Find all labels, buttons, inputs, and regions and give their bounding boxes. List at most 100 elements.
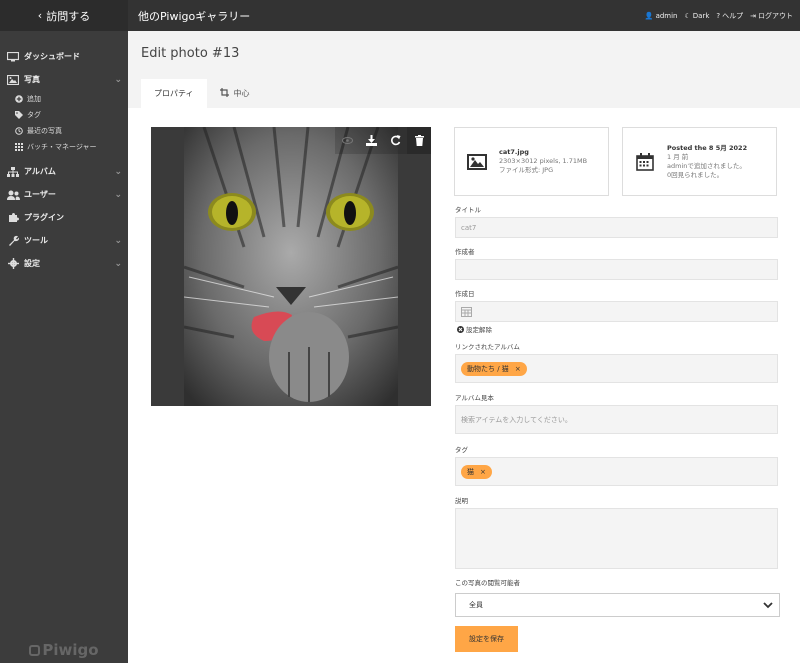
download-icon bbox=[365, 135, 377, 146]
sidebar-item-dashboard[interactable]: ダッシュボード bbox=[0, 45, 128, 68]
sidebar-item-users[interactable]: ユーザー ⌄ bbox=[0, 183, 128, 206]
file-info: cat7.jpg 2303×3012 pixels, 1.71MB ファイル形式… bbox=[499, 148, 587, 175]
albums-selector[interactable]: 動物たち / 猫 × bbox=[455, 354, 778, 383]
sidebar-item-label: アルバム bbox=[24, 167, 56, 176]
photo-preview bbox=[151, 127, 431, 406]
refresh-icon bbox=[390, 135, 400, 146]
user-icon: 👤 bbox=[644, 11, 654, 20]
users-icon bbox=[6, 190, 20, 200]
photo-image bbox=[183, 127, 399, 406]
sidebar-subitem-tags[interactable]: タグ bbox=[14, 107, 128, 123]
chevron-down-icon: ⌄ bbox=[114, 166, 122, 177]
logout-icon: ⇥ bbox=[750, 11, 756, 20]
privacy-label: この写真の閲覧可能者 bbox=[455, 579, 520, 587]
calendar-icon bbox=[623, 152, 667, 171]
description-textarea[interactable] bbox=[455, 508, 778, 569]
representative-label: アルバム見本 bbox=[455, 394, 494, 402]
piwigo-logo-icon bbox=[29, 645, 41, 656]
visit-gallery-label: 訪問する bbox=[46, 9, 91, 23]
tab-center[interactable]: 中心 bbox=[207, 79, 263, 108]
tab-label: プロパティ bbox=[154, 89, 194, 98]
crop-icon bbox=[219, 88, 229, 99]
sidebar-item-photos[interactable]: 写真 ⌄ bbox=[0, 68, 128, 91]
moon-icon: ☾ bbox=[684, 11, 691, 20]
image-icon bbox=[6, 74, 20, 85]
post-info: Posted the 8 5月 2022 1 月 前 adminで追加されました… bbox=[667, 144, 747, 180]
theme-label: Dark bbox=[692, 11, 710, 20]
chevron-down-icon: ⌄ bbox=[114, 74, 122, 85]
help-link[interactable]: ? ヘルプ bbox=[716, 11, 743, 21]
sync-metadata-button[interactable] bbox=[383, 127, 407, 154]
top-bar: 他のPiwigoギャラリー 👤 admin ☾ Dark ? ヘルプ ⇥ ログアウト bbox=[128, 0, 800, 31]
tags-icon bbox=[14, 111, 24, 119]
sidebar-subitem-batch-manager[interactable]: バッチ・マネージャー bbox=[14, 139, 128, 155]
title-label: タイトル bbox=[455, 206, 481, 214]
image-icon bbox=[455, 153, 499, 170]
sidebar-item-plugins[interactable]: プラグイン bbox=[0, 206, 128, 229]
sidebar-item-tools[interactable]: ツール ⌄ bbox=[0, 229, 128, 252]
plus-circle-icon bbox=[14, 95, 24, 103]
help-label: ヘルプ bbox=[722, 11, 744, 20]
visit-gallery-link[interactable]: ‹ 訪問する bbox=[0, 0, 128, 31]
sidebar-subitem-add[interactable]: 追加 bbox=[14, 91, 128, 107]
posted-date: Posted the 8 5月 2022 bbox=[667, 143, 748, 152]
added-by: adminで追加されました。 bbox=[667, 161, 746, 170]
gear-icon bbox=[6, 258, 20, 269]
album-chip[interactable]: 動物たち / 猫 × bbox=[461, 361, 527, 376]
representative-input[interactable]: 検索アイテムを入力してください。 bbox=[455, 405, 778, 434]
sidebar-menu: ダッシュボード 写真 ⌄ 追加 タグ 最近の写真 バッチ・マネージャー アルバム… bbox=[0, 31, 128, 275]
title-input[interactable]: cat7 bbox=[455, 217, 778, 238]
sidebar-item-label: プラグイン bbox=[24, 213, 64, 222]
photos-submenu: 追加 タグ 最近の写真 バッチ・マネージャー bbox=[0, 91, 128, 155]
description-label: 説明 bbox=[455, 497, 468, 505]
delete-button[interactable] bbox=[407, 127, 431, 154]
user-link[interactable]: 👤 admin bbox=[645, 12, 678, 20]
wrench-icon bbox=[6, 235, 20, 246]
tags-selector[interactable]: 猫 × bbox=[455, 457, 778, 486]
posted-ago: 1 月 前 bbox=[667, 152, 689, 161]
tab-properties[interactable]: プロパティ bbox=[141, 79, 207, 108]
sitemap-icon bbox=[6, 166, 20, 177]
privacy-value: 全員 bbox=[469, 601, 483, 609]
privacy-select[interactable]: 全員 bbox=[455, 593, 780, 617]
sidebar-subitem-label: タグ bbox=[27, 111, 41, 119]
sidebar-subitem-recent[interactable]: 最近の写真 bbox=[14, 123, 128, 139]
file-name: cat7.jpg bbox=[499, 148, 529, 156]
file-info-card: cat7.jpg 2303×3012 pixels, 1.71MB ファイル形式… bbox=[454, 127, 609, 196]
author-label: 作成者 bbox=[455, 248, 475, 256]
download-button[interactable] bbox=[359, 127, 383, 154]
sidebar-item-settings[interactable]: 設定 ⌄ bbox=[0, 252, 128, 275]
view-button[interactable] bbox=[335, 127, 359, 154]
date-label: 作成日 bbox=[455, 290, 475, 298]
monitor-icon bbox=[6, 51, 20, 62]
logo-text: Piwigo bbox=[42, 641, 99, 659]
clear-date-link[interactable]: 設定解除 bbox=[457, 324, 492, 334]
gallery-title-link[interactable]: 他のPiwigoギャラリー bbox=[138, 8, 645, 24]
albums-label: リンクされたアルバム bbox=[455, 343, 520, 351]
sidebar-item-albums[interactable]: アルバム ⌄ bbox=[0, 160, 128, 183]
chevron-down-icon bbox=[763, 602, 773, 609]
sidebar-subitem-label: 最近の写真 bbox=[27, 127, 62, 135]
close-circle-icon bbox=[457, 325, 464, 333]
page-title: Edit photo #13 bbox=[141, 46, 240, 61]
tag-chip-label: 猫 bbox=[467, 467, 474, 476]
puzzle-icon bbox=[6, 212, 20, 223]
author-input[interactable] bbox=[455, 259, 778, 280]
logout-link[interactable]: ⇥ ログアウト bbox=[750, 11, 793, 21]
sidebar-subitem-label: 追加 bbox=[27, 95, 41, 103]
theme-toggle[interactable]: ☾ Dark bbox=[685, 12, 710, 20]
clock-icon bbox=[14, 127, 24, 135]
date-input[interactable] bbox=[455, 301, 778, 322]
chevron-down-icon: ⌄ bbox=[114, 258, 122, 269]
clear-date-label: 設定解除 bbox=[466, 326, 492, 334]
file-dimensions: 2303×3012 pixels, 1.71MB bbox=[499, 157, 588, 165]
tag-chip[interactable]: 猫 × bbox=[461, 464, 492, 479]
album-chip-label: 動物たち / 猫 bbox=[467, 364, 509, 373]
sidebar-item-label: ダッシュボード bbox=[24, 52, 80, 61]
remove-icon[interactable]: × bbox=[515, 365, 521, 373]
sidebar-subitem-label: バッチ・マネージャー bbox=[27, 143, 97, 151]
save-button[interactable]: 設定を保存 bbox=[455, 626, 518, 652]
tabs: プロパティ 中心 bbox=[141, 79, 263, 108]
remove-icon[interactable]: × bbox=[480, 468, 486, 476]
tab-label: 中心 bbox=[233, 89, 250, 98]
